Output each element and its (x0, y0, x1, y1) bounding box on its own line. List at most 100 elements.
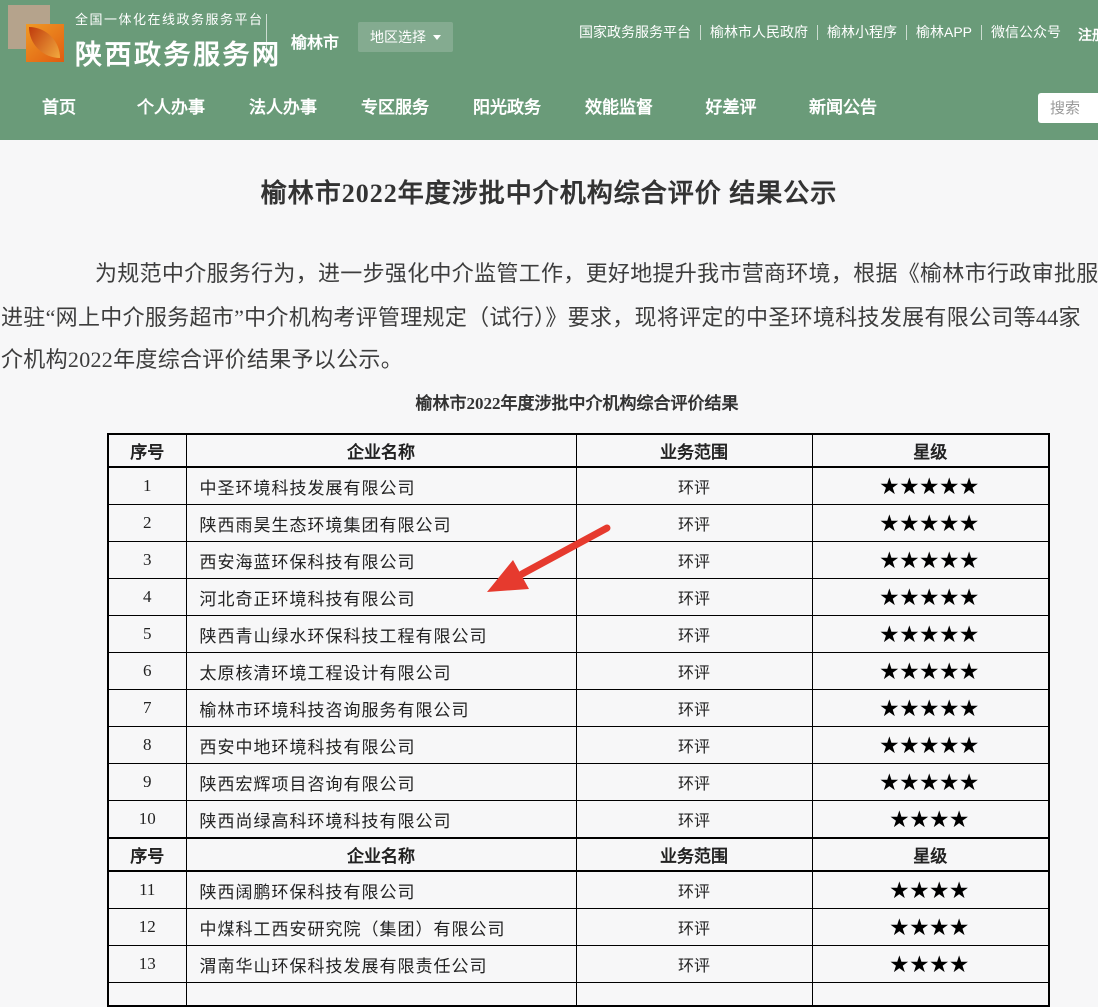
table-row: 5 陕西青山绿水环保科技工程有限公司 环评 ★★★★★ (108, 616, 1049, 653)
cell-stars: ★★★★★ (812, 616, 1049, 653)
col-header-scope: 业务范围 (576, 434, 812, 467)
table-row: 4 河北奇正环境科技有限公司 环评 ★★★★★ (108, 579, 1049, 616)
nav-item[interactable]: 法人办事 (227, 75, 339, 140)
cell-stars: ★★★★★ (812, 690, 1049, 727)
col-header-name: 企业名称 (186, 434, 576, 467)
cell-name: 西安中地环境科技有限公司 (186, 727, 576, 764)
table-row: 7 榆林市环境科技咨询服务有限公司 环评 ★★★★★ (108, 690, 1049, 727)
table-header-row: 序号 企业名称 业务范围 星级 (108, 838, 1049, 871)
col-header-stars: 星级 (812, 434, 1049, 467)
nav-item[interactable]: 专区服务 (339, 75, 451, 140)
cell-no: 11 (108, 871, 186, 909)
search-input[interactable] (1038, 93, 1098, 123)
article-paragraph-line: 进驻“网上中介服务超市”中介机构考评管理规定（试行）》要求，现将评定的中圣环境科… (1, 300, 1081, 332)
cell-name: 渭南华山环保科技发展有限责任公司 (186, 946, 576, 983)
cell-stars: ★★★★★ (812, 579, 1049, 616)
current-city-label: 榆林市 (291, 29, 339, 53)
header-links: 国家政务服务平台榆林市人民政府榆林小程序榆林APP微信公众号 (570, 25, 1070, 40)
cell-name: 陕西尚绿高科环境科技有限公司 (186, 801, 576, 839)
cell-stars: ★★★★★ (812, 653, 1049, 690)
col-header-no: 序号 (108, 434, 186, 467)
site-header: 全国一体化在线政务服务平台 陕西政务服务网 榆林市 地区选择 国家政务服务平台榆… (0, 0, 1098, 75)
table-row: 12 中煤科工西安研究院（集团）有限公司 环评 ★★★★ (108, 909, 1049, 946)
cell-name: 陕西雨昊生态环境集团有限公司 (186, 505, 576, 542)
col-header-scope: 业务范围 (576, 838, 812, 871)
cell-scope: 环评 (576, 505, 812, 542)
cell-scope: 环评 (576, 909, 812, 946)
table-row: 8 西安中地环境科技有限公司 环评 ★★★★★ (108, 727, 1049, 764)
cell-scope: 环评 (576, 801, 812, 839)
cell-scope: 环评 (576, 653, 812, 690)
cell-scope: 环评 (576, 764, 812, 801)
evaluation-table: 序号 企业名称 业务范围 星级 1 中圣环境科技发展有限公司 环评 ★★★★★ … (107, 433, 1050, 1007)
table-row: 11 陕西阔鹏环保科技有限公司 环评 ★★★★ (108, 871, 1049, 909)
cell-no: 12 (108, 909, 186, 946)
article-paragraph-line: 为规范中介服务行为，进一步强化中介监管工作，更好地提升我市营商环境，根据《榆林市… (95, 256, 1098, 288)
cell-stars: ★★★★★ (812, 505, 1049, 542)
cell-stars: ★★★★ (812, 946, 1049, 983)
table-row: 9 陕西宏辉项目咨询有限公司 环评 ★★★★★ (108, 764, 1049, 801)
cell-stars: ★★★★ (812, 801, 1049, 839)
cell-scope: 环评 (576, 946, 812, 983)
cell-scope: 环评 (576, 690, 812, 727)
cell-no: 7 (108, 690, 186, 727)
cell-stars: ★★★★★ (812, 542, 1049, 579)
cell-scope: 环评 (576, 467, 812, 505)
nav-item[interactable]: 好差评 (675, 75, 787, 140)
nav-item[interactable]: 阳光政务 (451, 75, 563, 140)
cell-stars: ★★★★★ (812, 727, 1049, 764)
table-row: 1 中圣环境科技发展有限公司 环评 ★★★★★ (108, 467, 1049, 505)
header-link[interactable]: 榆林APP (907, 25, 982, 40)
header-link[interactable]: 国家政务服务平台 (570, 25, 701, 40)
article-paragraph-line: 介机构2022年度综合评价结果予以公示。 (1, 342, 403, 374)
evaluation-table-wrap: 序号 企业名称 业务范围 星级 1 中圣环境科技发展有限公司 环评 ★★★★★ … (107, 433, 1050, 1007)
main-nav: 首页个人办事法人办事专区服务阳光政务效能监督好差评新闻公告 (0, 75, 1098, 140)
cell-name: 太原核清环境工程设计有限公司 (186, 653, 576, 690)
cell-name: 陕西阔鹏环保科技有限公司 (186, 871, 576, 909)
nav-item[interactable]: 效能监督 (563, 75, 675, 140)
nav-item[interactable]: 新闻公告 (787, 75, 899, 140)
cell-no: 6 (108, 653, 186, 690)
cell-no: 10 (108, 801, 186, 839)
table-row: 13 渭南华山环保科技发展有限责任公司 环评 ★★★★ (108, 946, 1049, 983)
cell-name: 中圣环境科技发展有限公司 (186, 467, 576, 505)
nav-items: 首页个人办事法人办事专区服务阳光政务效能监督好差评新闻公告 (3, 75, 899, 140)
col-header-stars: 星级 (812, 838, 1049, 871)
table-caption: 榆林市2022年度涉批中介机构综合评价结果 (107, 389, 1047, 414)
cell-name: 陕西青山绿水环保科技工程有限公司 (186, 616, 576, 653)
cell-scope: 环评 (576, 542, 812, 579)
cell-name: 中煤科工西安研究院（集团）有限公司 (186, 909, 576, 946)
col-header-no: 序号 (108, 838, 186, 871)
table-row: 10 陕西尚绿高科环境科技有限公司 环评 ★★★★ (108, 801, 1049, 839)
nav-item[interactable]: 首页 (3, 75, 115, 140)
cell-stars: ★★★★★ (812, 764, 1049, 801)
cell-name: 西安海蓝环保科技有限公司 (186, 542, 576, 579)
cell-scope: 环评 (576, 616, 812, 653)
site-logo-icon (8, 5, 64, 65)
platform-name: 全国一体化在线政务服务平台 (75, 9, 282, 28)
cell-name: 榆林市环境科技咨询服务有限公司 (186, 690, 576, 727)
nav-item[interactable]: 个人办事 (115, 75, 227, 140)
header-link[interactable]: 榆林市人民政府 (701, 25, 818, 40)
col-header-name: 企业名称 (186, 838, 576, 871)
page-title: 榆林市2022年度涉批中介机构综合评价 结果公示 (0, 173, 1098, 210)
cell-scope: 环评 (576, 727, 812, 764)
register-link[interactable]: 注册 (1078, 25, 1098, 45)
cell-no: 3 (108, 542, 186, 579)
cell-no: 2 (108, 505, 186, 542)
brand-block: 全国一体化在线政务服务平台 陕西政务服务网 (75, 9, 282, 72)
table-header-row: 序号 企业名称 业务范围 星级 (108, 434, 1049, 467)
cell-name: 河北奇正环境科技有限公司 (186, 579, 576, 616)
table-row: 3 西安海蓝环保科技有限公司 环评 ★★★★★ (108, 542, 1049, 579)
region-select-button[interactable]: 地区选择 (358, 22, 453, 52)
table-row-partial (108, 983, 1049, 1007)
header-divider (266, 14, 267, 60)
cell-scope: 环评 (576, 871, 812, 909)
cell-name: 陕西宏辉项目咨询有限公司 (186, 764, 576, 801)
header-link[interactable]: 榆林小程序 (818, 25, 907, 40)
table-row: 6 太原核清环境工程设计有限公司 环评 ★★★★★ (108, 653, 1049, 690)
chevron-down-icon (433, 35, 441, 40)
header-link[interactable]: 微信公众号 (982, 25, 1070, 40)
cell-no: 5 (108, 616, 186, 653)
cell-stars: ★★★★★ (812, 467, 1049, 505)
